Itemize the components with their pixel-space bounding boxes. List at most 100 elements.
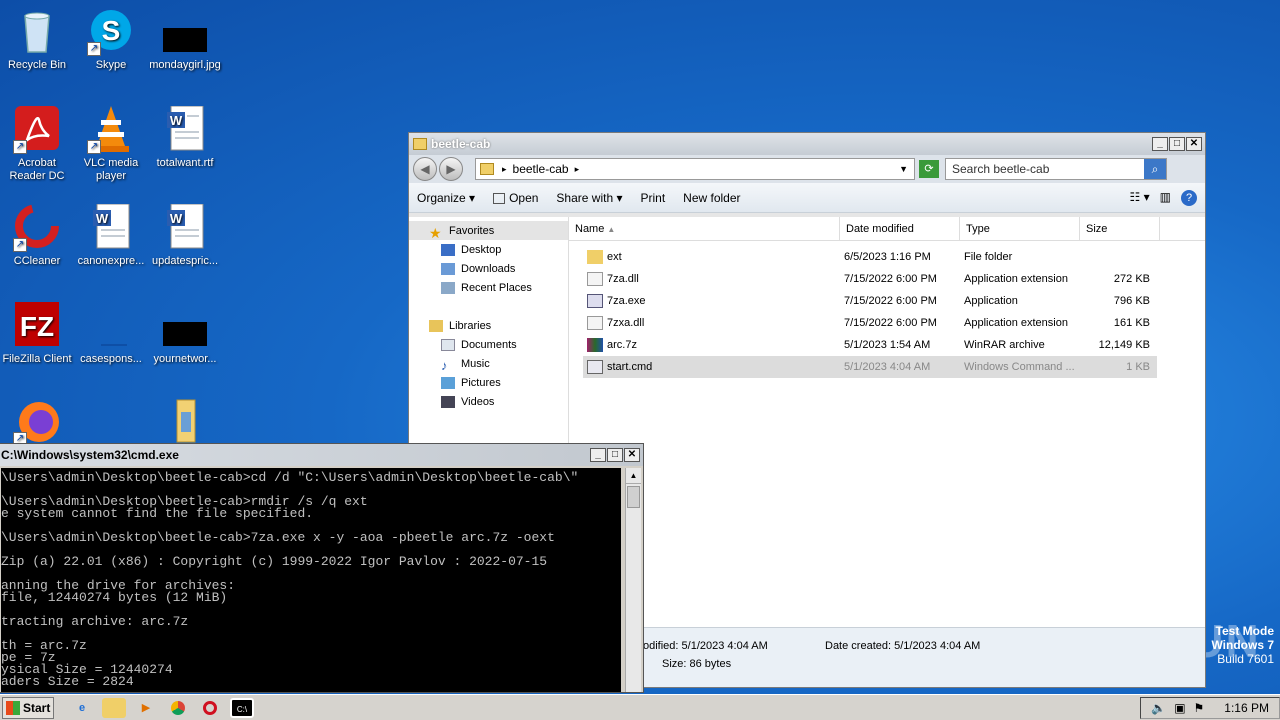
scroll-thumb[interactable]	[627, 486, 640, 508]
cmd-taskbar-icon[interactable]: C:\	[230, 697, 254, 718]
breadcrumb-arrow-icon[interactable]: ▸	[575, 164, 580, 175]
explorer-titlebar[interactable]: beetle-cab _ □ ✕	[409, 133, 1205, 155]
desktop-icon-mondaygirl[interactable]: mondaygirl.jpg	[148, 8, 222, 72]
volume-icon[interactable]: 🔈	[1151, 701, 1166, 715]
column-header-name[interactable]: Name ▲	[569, 217, 840, 240]
search-icon[interactable]: ⌕	[1144, 159, 1166, 179]
close-button[interactable]: ✕	[1186, 137, 1202, 151]
breadcrumb-arrow-icon[interactable]: ▸	[502, 164, 507, 175]
desktop-icon-label: FileZilla Client	[2, 353, 72, 365]
windows-logo-icon	[6, 700, 20, 715]
preview-pane-icon[interactable]: ▥	[1160, 190, 1171, 206]
breadcrumb[interactable]: beetle-cab	[513, 162, 569, 176]
file-type: File folder	[964, 251, 1013, 263]
nav-pictures[interactable]: Pictures	[409, 373, 568, 392]
nav-desktop[interactable]: Desktop	[409, 240, 568, 259]
file-type: Application extension	[964, 317, 1068, 329]
desktop-icon-acrobat[interactable]: ↗ Acrobat Reader DC	[0, 106, 74, 183]
shortcut-arrow-icon: ↗	[13, 238, 27, 252]
cmd-titlebar[interactable]: C:\Windows\system32\cmd.exe _ □ ✕	[0, 444, 643, 466]
view-options-icon[interactable]: ☷ ▾	[1130, 190, 1150, 206]
dll-file-icon	[587, 272, 603, 286]
flag-icon[interactable]: ⚑	[1194, 701, 1205, 715]
desktop-icon-canonexpre[interactable]: W canonexpre...	[74, 203, 148, 268]
minimize-button[interactable]: _	[590, 448, 606, 462]
maximize-button[interactable]: □	[1169, 137, 1185, 151]
desktop-icon-label: casespons...	[80, 353, 142, 365]
desktop-icon-vlc[interactable]: ↗ VLC media player	[74, 106, 148, 183]
desktop-icon-skype[interactable]: S ↗ Skype	[74, 8, 148, 72]
file-row[interactable]: arc.7z 5/1/2023 1:54 AM WinRAR archive 1…	[583, 334, 1157, 356]
console-line: Zip (a) 22.01 (x86) : Copyright (c) 1999…	[1, 554, 548, 569]
file-row[interactable]: ext 6/5/2023 1:16 PM File folder	[583, 246, 1157, 268]
explorer-taskbar-icon[interactable]	[102, 697, 126, 718]
print-button[interactable]: Print	[640, 191, 665, 205]
nav-favorites[interactable]: ★ Favorites	[409, 221, 568, 241]
desktop-icon-folder[interactable]	[148, 398, 222, 449]
nav-music[interactable]: ♪ Music	[409, 354, 568, 373]
open-button[interactable]: Open	[493, 191, 538, 205]
internet-explorer-icon[interactable]: e	[70, 698, 94, 718]
media-player-icon[interactable]: ▶	[134, 698, 158, 718]
shortcut-arrow-icon: ↗	[87, 42, 101, 56]
watermark-line: Build 7601	[1217, 652, 1274, 666]
file-row[interactable]: 7za.dll 7/15/2022 6:00 PM Application ex…	[583, 268, 1157, 290]
refresh-icon[interactable]: ⟳	[919, 160, 939, 178]
column-header-date[interactable]: Date modified	[840, 217, 960, 240]
network-icon[interactable]: ▣	[1174, 701, 1185, 715]
organize-button[interactable]: Organize ▾	[417, 191, 475, 205]
scroll-up-icon[interactable]: ▲	[626, 468, 641, 484]
opera-icon[interactable]	[198, 698, 222, 718]
address-row: ◀ ▶ ▸ beetle-cab ▸ ▼ ⟳ Search beetle-cab…	[409, 155, 1205, 183]
nav-libraries[interactable]: Libraries	[409, 316, 568, 335]
desktop-icon-recycle-bin[interactable]: Recycle Bin	[0, 8, 74, 72]
file-row[interactable]: 7za.exe 7/15/2022 6:00 PM Application 79…	[583, 290, 1157, 312]
desktop-icon-ccleaner[interactable]: ↗ CCleaner	[0, 204, 74, 268]
nav-videos[interactable]: Videos	[409, 392, 568, 411]
console-line: \Users\admin\Desktop\beetle-cab>7za.exe …	[1, 530, 555, 545]
desktop-icon-firefox[interactable]: ↗	[0, 398, 74, 449]
desktop-icon-updatespric[interactable]: W updatespric...	[148, 203, 222, 268]
chrome-icon[interactable]	[166, 698, 190, 718]
file-row-selected[interactable]: start.cmd 5/1/2023 4:04 AM Windows Comma…	[583, 356, 1157, 378]
column-header-size[interactable]: Size	[1080, 217, 1160, 240]
file-row[interactable]: 7zxa.dll 7/15/2022 6:00 PM Application e…	[583, 312, 1157, 334]
desktop-icon-casespons[interactable]: casespons...	[74, 302, 148, 366]
nav-label: Desktop	[461, 243, 502, 256]
blank-file-icon	[87, 302, 135, 350]
nav-downloads[interactable]: Downloads	[409, 259, 568, 278]
desktop-icon-label: yournetwor...	[153, 353, 217, 365]
back-button[interactable]: ◀	[413, 157, 437, 181]
cmd-window[interactable]: C:\Windows\system32\cmd.exe _ □ ✕ \Users…	[0, 443, 644, 693]
exe-file-icon	[587, 294, 603, 308]
vertical-scrollbar[interactable]: ▲	[625, 468, 641, 692]
help-icon[interactable]: ?	[1181, 189, 1197, 206]
details-modified: odified: 5/1/2023 4:04 AM	[643, 640, 768, 652]
console-line: \Users\admin\Desktop\beetle-cab>cd /d "C…	[1, 470, 579, 485]
close-button[interactable]: ✕	[624, 448, 640, 462]
start-button[interactable]: Start	[2, 696, 54, 719]
desktop-icon-yournetwor[interactable]: yournetwor...	[148, 302, 222, 366]
console-output[interactable]: \Users\admin\Desktop\beetle-cab>cd /d "C…	[1, 468, 621, 692]
new-folder-button[interactable]: New folder	[683, 191, 740, 205]
skype-icon: S ↗	[87, 8, 135, 56]
minimize-button[interactable]: _	[1152, 137, 1168, 151]
nav-documents[interactable]: Documents	[409, 335, 568, 354]
desktop-icon-totalwant[interactable]: W totalwant.rtf	[148, 105, 222, 170]
nav-recent-places[interactable]: Recent Places	[409, 278, 568, 297]
desktop-icon-filezilla[interactable]: FZ FileZilla Client	[0, 302, 74, 366]
firefox-icon: ↗	[13, 398, 61, 446]
column-header-type[interactable]: Type	[960, 217, 1080, 240]
maximize-button[interactable]: □	[607, 448, 623, 462]
pictures-icon	[441, 376, 455, 389]
share-with-button[interactable]: Share with ▾	[556, 191, 622, 205]
forward-button[interactable]: ▶	[439, 157, 463, 181]
search-input[interactable]: Search beetle-cab ⌕	[945, 158, 1167, 180]
command-bar: Organize ▾ Open Share with ▾ Print New f…	[409, 183, 1205, 213]
address-bar[interactable]: ▸ beetle-cab ▸ ▼	[475, 158, 915, 180]
desktop-icon-label: Skype	[95, 59, 127, 71]
desktop-icon-label: VLC media player	[83, 157, 139, 182]
clock[interactable]: 1:16 PM	[1224, 701, 1269, 715]
address-dropdown-icon[interactable]: ▼	[899, 164, 908, 174]
column-headers: Name ▲ Date modified Type Size	[569, 217, 1205, 241]
